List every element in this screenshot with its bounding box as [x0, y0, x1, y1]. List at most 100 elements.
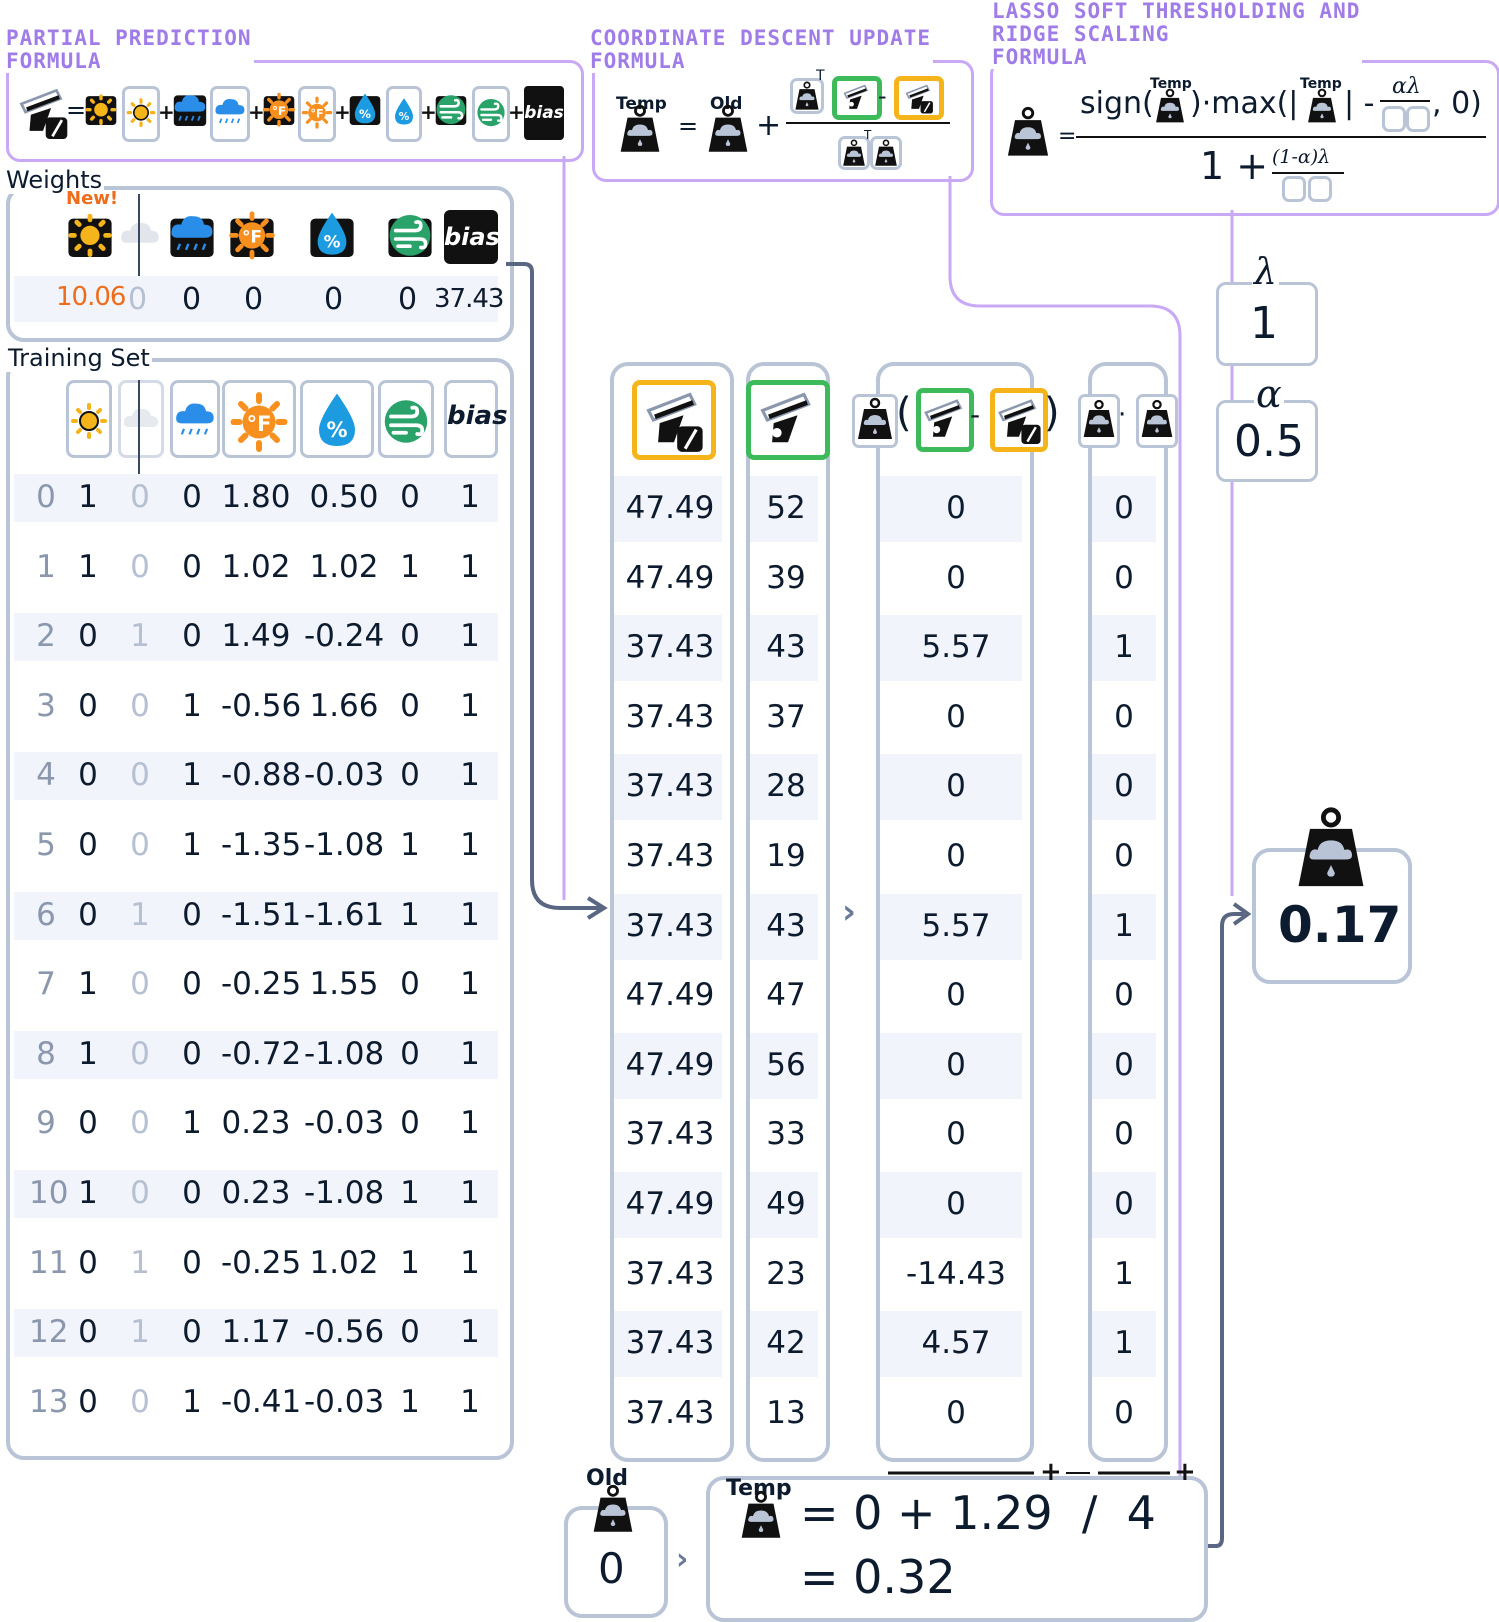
residual-product-cell: 0 [946, 560, 966, 596]
target-cell: 37 [766, 699, 806, 735]
partial-prediction-cell: 37.43 [625, 629, 715, 665]
table-cell: 0.23 [221, 1175, 291, 1211]
table-cell: 0 [400, 479, 420, 515]
partial-prediction-cell: 47.49 [625, 560, 715, 596]
table-cell: 1 [460, 549, 480, 585]
max-text: )·max(| [1190, 86, 1299, 121]
lasso-title: LASSO SOFT THRESHOLDING AND RIDGE SCALIN… [990, 0, 1363, 69]
table-cell: 0 [182, 1314, 202, 1350]
table-cell: 1 [460, 897, 480, 933]
humidity-weight-icon [308, 198, 356, 268]
residual-product-cell: 0 [946, 977, 966, 1013]
table-cell: -1.08 [304, 827, 385, 863]
table-cell: 1 [182, 757, 202, 793]
table-cell: 0 [78, 1105, 98, 1141]
table-cell: 0 [78, 1245, 98, 1281]
arrow-right-icon: › [842, 892, 857, 932]
plus-sign: + [756, 108, 782, 143]
table-cell: 1 [400, 549, 420, 585]
table-cell: 0 [130, 688, 150, 724]
residual-product-cell: 0 [946, 1186, 966, 1222]
table-cell: 0 [182, 1175, 202, 1211]
table-cell: 1 [460, 966, 480, 1002]
table-cell: 1 [460, 1036, 480, 1072]
residual-product-cell: 5.57 [921, 629, 991, 665]
minus-sign: - [878, 82, 887, 110]
sun-frame [122, 86, 160, 142]
arrow-right-icon: › [676, 1542, 689, 1577]
row-index: 4 [36, 757, 56, 793]
table-cell: 0 [130, 1105, 150, 1141]
plus-sign: + [508, 100, 525, 124]
table-cell: 1 [130, 618, 150, 654]
humidity-column-header [300, 380, 374, 458]
table-cell: 1 [460, 1314, 480, 1350]
table-cell: -0.03 [304, 1105, 385, 1141]
row-index: 8 [36, 1036, 56, 1072]
table-cell: 1 [182, 1105, 202, 1141]
target-cell: 43 [766, 908, 806, 944]
table-cell: -0.03 [304, 1384, 385, 1420]
target-cell: 33 [766, 1116, 806, 1152]
partial-prediction-title: PARTIAL PREDICTION FORMULA [4, 26, 254, 73]
table-cell: 0 [78, 688, 98, 724]
table-cell: 1 [400, 897, 420, 933]
feature-squared-cell: 0 [1114, 1186, 1134, 1222]
table-cell: 1 [400, 1384, 420, 1420]
feature-squared-cell: 1 [1114, 1325, 1134, 1361]
table-cell: 1.02 [221, 549, 291, 585]
temp-calculation-line2: = 0.32 [800, 1550, 956, 1604]
sun-weight-icon [66, 198, 114, 268]
wind-frame [472, 86, 510, 142]
table-cell: -1.35 [221, 827, 302, 863]
table-cell: -0.03 [304, 757, 385, 793]
residual-product-cell: 0 [946, 1395, 966, 1431]
table-cell: 0 [78, 757, 98, 793]
table-cell: 0 [182, 549, 202, 585]
table-cell: 0 [182, 1036, 202, 1072]
feature-squared-cell: 0 [1114, 838, 1134, 874]
feature-squared-cell: 0 [1114, 699, 1134, 735]
table-cell: -0.88 [221, 757, 302, 793]
equals-sign: = [1058, 124, 1077, 149]
target-cell: 28 [766, 768, 806, 804]
residual-product-cell: 4.57 [921, 1325, 991, 1361]
residual-product-cell: 0 [946, 1116, 966, 1152]
humidity-tag-icon [348, 76, 382, 140]
table-cell: 1 [460, 688, 480, 724]
residual-product-cell: 0 [946, 838, 966, 874]
feature-frame [1078, 394, 1120, 448]
residual-product-cell: 0 [946, 490, 966, 526]
coordinate-descent-title: COORDINATE DESCENT UPDATE FORMULA [588, 26, 934, 73]
table-cell: 0 [400, 618, 420, 654]
table-cell: -0.25 [221, 966, 302, 1002]
target-cell: 42 [766, 1325, 806, 1361]
table-cell: 0 [130, 827, 150, 863]
table-cell: 0 [78, 1384, 98, 1420]
feature-squared-cell: 0 [1114, 1047, 1134, 1083]
table-cell: 1 [78, 1036, 98, 1072]
temp-column-header [222, 380, 296, 458]
table-cell: 1 [78, 966, 98, 1002]
transpose-mark: T [816, 68, 825, 84]
partial-prediction-cell: 37.43 [625, 699, 715, 735]
feature-squared-cell: 1 [1114, 908, 1134, 944]
table-cell: 1 [130, 897, 150, 933]
table-cell: -0.24 [304, 618, 385, 654]
target-cell: 23 [766, 1256, 806, 1292]
alpha-value: 0.5 [1234, 416, 1304, 467]
table-cell: 0 [400, 688, 420, 724]
cloud-column-header [118, 380, 164, 458]
feature-squared-cell: 0 [1114, 560, 1134, 596]
dot-operator: · [1118, 400, 1127, 430]
row-index: 3 [36, 688, 56, 724]
table-cell: 1 [400, 827, 420, 863]
weight-value-bias: 37.43 [434, 284, 504, 314]
feature-frame [870, 136, 902, 170]
table-cell: -1.51 [221, 897, 302, 933]
abs-close: | - [1344, 86, 1375, 121]
new-weight-icon [1002, 106, 1054, 158]
bias-tag: bias [524, 86, 564, 140]
feature-squared-cell: 0 [1114, 490, 1134, 526]
table-cell: 0 [182, 618, 202, 654]
